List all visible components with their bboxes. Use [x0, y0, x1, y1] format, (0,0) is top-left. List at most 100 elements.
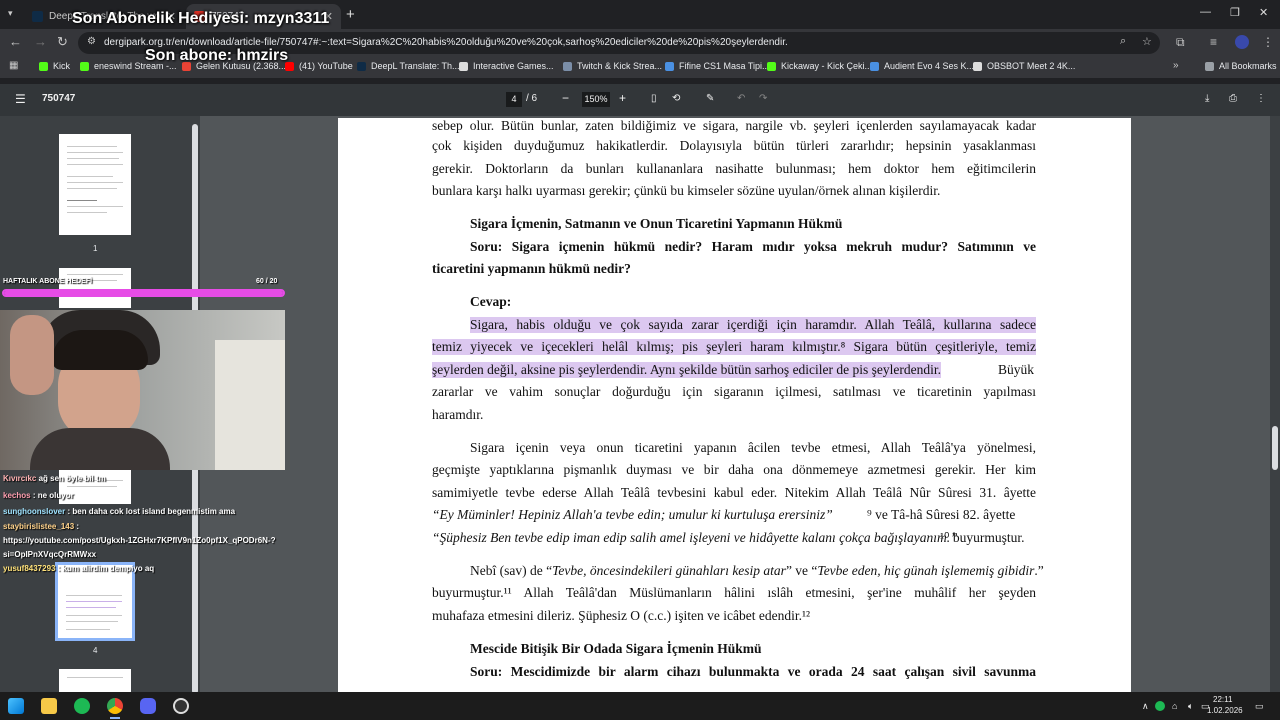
highlighted-line[interactable]: şeylerden değil, aksine pis şeylerdendir…: [432, 362, 942, 378]
section-heading: Mescide Bitişik Bir Odada Sigara İçmenin…: [470, 641, 762, 656]
highlighted-line[interactable]: Sigara, habis olduğu ve çok sayıda zarar…: [470, 317, 1036, 333]
undo-icon[interactable]: ↶: [737, 93, 745, 104]
chat-message-link: https://youtube.com/post/Ugkxh-1ZGHxr7KP…: [3, 536, 276, 545]
profile-avatar[interactable]: [1235, 35, 1249, 49]
goal-label: HAFTALIK ABONE HEDEFİ: [3, 278, 93, 285]
download-icon[interactable]: ⤓: [1205, 93, 1209, 104]
discord-icon[interactable]: [140, 698, 156, 714]
notification-icon[interactable]: ▭: [1255, 701, 1264, 712]
bookmark-fifine[interactable]: Fifine CS1 Masa Tipi...: [665, 61, 770, 71]
close-window-icon[interactable]: ✕: [1259, 6, 1268, 19]
clock-time[interactable]: 22:11: [1213, 695, 1232, 704]
document-title: 750747: [42, 93, 76, 104]
minimize-icon[interactable]: —: [1200, 6, 1211, 18]
fit-page-icon[interactable]: ▯: [651, 93, 657, 104]
viewer-scrollbar[interactable]: [1270, 116, 1280, 692]
scrollbar-thumb[interactable]: [1272, 426, 1278, 470]
chat-message: Kıvırcıkc ağ sen öyle bil tm: [3, 474, 106, 483]
print-icon[interactable]: ⎙: [1229, 93, 1237, 104]
thumbnail-page-1[interactable]: [59, 134, 131, 235]
bookmark-kick[interactable]: Kick: [39, 61, 70, 71]
page-number-input[interactable]: 4: [506, 92, 522, 107]
redo-icon[interactable]: ↷: [759, 93, 767, 104]
paragraph-line: geçmişte yaptıklarına pişmanlık duyması …: [432, 462, 1036, 477]
annotate-icon[interactable]: ✎: [706, 93, 714, 104]
zoom-input[interactable]: 150%: [582, 92, 610, 107]
windows-taskbar: ∧ ⌂ 🔈︎ ▭ 22:11 1.02.2026 ▭: [0, 692, 1280, 720]
last-sub-overlay: Son abone: hmzirs: [145, 47, 289, 64]
person-shirt: [30, 428, 170, 470]
goal-progress-bar: [2, 289, 285, 297]
chat-message: yusuf8437293 : kum alirdim dempiyo aq: [3, 564, 155, 573]
paragraph-line: buyurmuştur.¹¹ Allah Teâlâ'dan Müslümanl…: [432, 585, 1036, 600]
thumbnail-page-5[interactable]: [59, 669, 131, 692]
zoom-icon[interactable]: ⌕: [1120, 35, 1126, 48]
paragraph-line: çok kişiden duyduğumuz hakikatlerdir. Do…: [432, 138, 1036, 153]
chat-message: sunghoonslover : ben daha cok lost islan…: [3, 507, 236, 516]
apps-icon[interactable]: ▦: [9, 60, 18, 71]
active-app-indicator: [110, 717, 120, 719]
chat-message-link: si=OpIPnXVqcQrRMWxx: [3, 550, 97, 559]
paragraph-line: zararlar ve vahim sonuçlar doğurduğu içi…: [432, 384, 1036, 399]
bookmark-youtube[interactable]: (41) YouTube: [285, 61, 353, 71]
bookmark-interactive-games[interactable]: Interactive Games...: [459, 61, 554, 71]
file-explorer-icon[interactable]: [41, 698, 57, 714]
sub-goal-widget: HAFTALIK ABONE HEDEFİ 60 / 20: [0, 274, 287, 300]
start-icon[interactable]: [8, 698, 24, 714]
deepl-favicon-icon: [32, 11, 43, 22]
rotate-icon[interactable]: ⟲: [672, 93, 680, 104]
pdf-viewer[interactable]: sebep olur. Bütün bunlar, zaten bildiğim…: [200, 116, 1280, 692]
zoom-in-icon[interactable]: +: [619, 91, 626, 105]
restore-icon[interactable]: ❐: [1230, 6, 1240, 19]
goal-progress-fill: [4, 291, 283, 295]
more-options-icon[interactable]: ⋮: [1256, 93, 1266, 104]
paragraph-line: ¹⁰ buyurmuştur.: [940, 530, 1025, 545]
obs-icon[interactable]: [173, 698, 189, 714]
network-icon[interactable]: ⌂: [1172, 701, 1177, 711]
back-icon[interactable]: ←: [9, 34, 22, 49]
all-bookmarks-folder[interactable]: All Bookmarks: [1205, 61, 1277, 71]
sidebar-menu-icon[interactable]: ☰: [15, 92, 26, 106]
volume-icon[interactable]: 🔈︎: [1188, 701, 1193, 712]
raised-arm: [10, 315, 54, 395]
spotify-icon[interactable]: [74, 698, 90, 714]
bookmark-deepl[interactable]: DeepL Translate: Th...: [357, 61, 460, 71]
highlighted-line[interactable]: temiz yiyecek ve içecekleri helâl kılmış…: [432, 339, 1036, 355]
paragraph-line: samimiyetle tevbe ederse Allah Teâlâ tev…: [432, 485, 1036, 500]
site-info-icon[interactable]: ⚙: [87, 36, 96, 47]
paragraph-line: Nebî (sav) de “Tevbe, öncesindekileri gü…: [470, 563, 1044, 578]
clock-date[interactable]: 1.02.2026: [1207, 706, 1243, 715]
tray-chevron-icon[interactable]: ∧: [1142, 701, 1149, 712]
question-line: Soru: Mescidimizde bir alarm cihazı bulu…: [470, 664, 1036, 679]
bookmark-audient[interactable]: Audient Evo 4 Ses K...: [870, 61, 974, 71]
tray-spotify-icon[interactable]: [1155, 701, 1165, 711]
question-line: ticaretini yapmanın hükmü nedir?: [432, 261, 631, 276]
goal-count: 60 / 20: [256, 278, 278, 285]
paragraph-line: ⁹ ve Tâ-hâ Sûresi 82. âyette: [867, 507, 1016, 522]
chrome-icon[interactable]: [107, 698, 123, 714]
question-line: Soru: Sigara içmenin hükmü nedir? Haram …: [470, 239, 1036, 254]
bookmark-kickaway[interactable]: Kickaway - Kick Çeki...: [767, 61, 872, 71]
more-bookmarks-icon[interactable]: »: [1173, 60, 1179, 71]
zoom-out-icon[interactable]: −: [562, 91, 569, 105]
paragraph-line: bunlara karşı halkı uyarması gerekir; çü…: [432, 183, 941, 198]
new-tab-icon[interactable]: +: [346, 6, 355, 23]
quote-line: “Şüphesiz Ben tevbe edip iman edip salih…: [432, 530, 958, 545]
tab-search-icon[interactable]: ▾: [8, 8, 20, 20]
thumbnail-page-4[interactable]: [55, 562, 135, 641]
chat-message: staybirislistee_143 :: [3, 522, 80, 531]
thumbnail-number: 1: [93, 244, 98, 253]
reload-icon[interactable]: ↻: [57, 34, 68, 50]
bookmark-star-icon[interactable]: ☆: [1142, 35, 1152, 48]
menu-icon[interactable]: ⋮: [1262, 35, 1274, 49]
bookmark-obsbot[interactable]: OBSBOT Meet 2 4K...: [973, 61, 1075, 71]
chat-message: kechos : ne oluyor: [3, 491, 74, 500]
bookmark-twitch-kick[interactable]: Twitch & Kick Strea...: [563, 61, 662, 71]
media-icon[interactable]: ≡: [1210, 35, 1217, 49]
forward-icon[interactable]: →: [34, 34, 47, 49]
paragraph-line: gerekir. Doktorların da bunları kullanan…: [432, 161, 1036, 176]
extensions-icon[interactable]: ⧉: [1176, 35, 1185, 50]
thumbnail-number: 4: [93, 646, 98, 655]
webcam-feed: [0, 310, 285, 470]
paragraph-line: sebep olur. Bütün bunlar, zaten bildiğim…: [432, 118, 1036, 133]
